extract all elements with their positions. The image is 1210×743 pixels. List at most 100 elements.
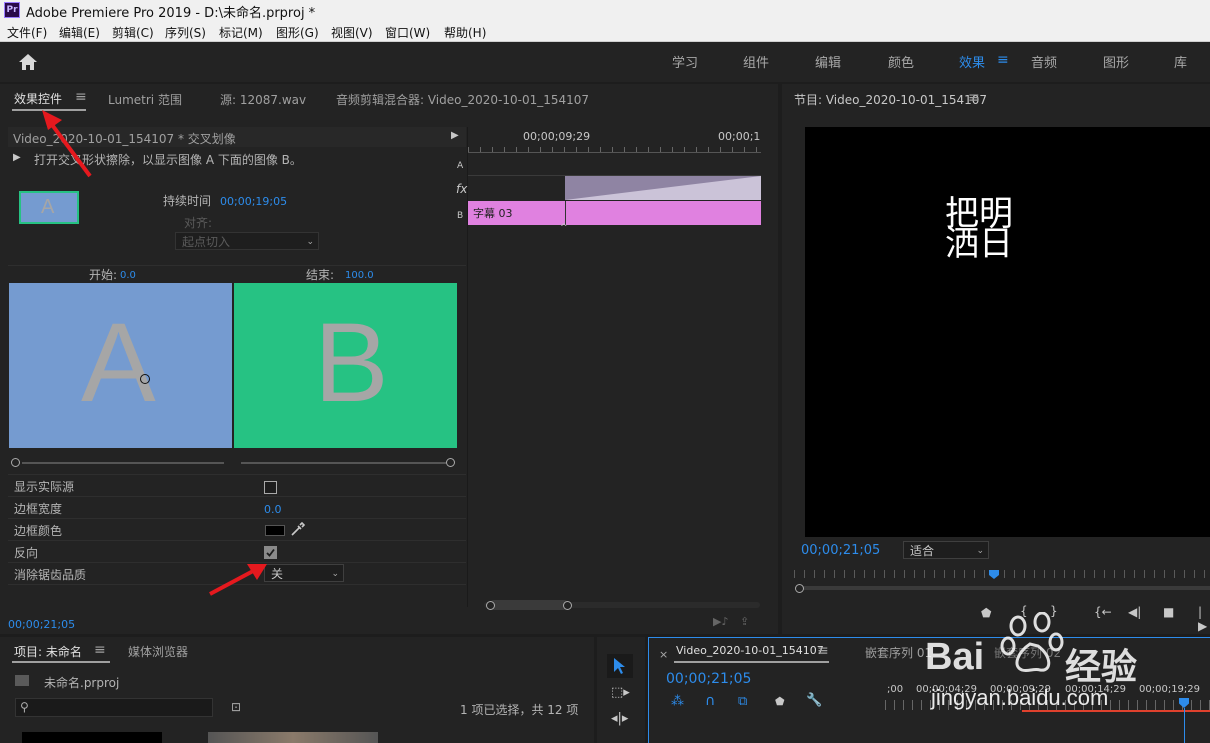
timeline-timecode[interactable]: 00;00;21;05 — [666, 671, 751, 687]
project-panel: 项目: 未命名 ≡ 媒体浏览器 未命名.prproj ⚲ ⊡ 1 项已选择，共 … — [0, 637, 594, 743]
antialias-dropdown[interactable]: 关 ⌄ — [264, 564, 344, 582]
start-label: 开始: — [89, 268, 118, 282]
divider — [8, 540, 466, 541]
project-search-input[interactable]: ⚲ — [15, 698, 213, 717]
ripple-edit-tool-icon[interactable]: ◂|▸ — [611, 711, 628, 726]
border-color-swatch[interactable] — [265, 525, 285, 536]
add-marker-icon[interactable]: ⬟ — [775, 695, 785, 708]
chevron-down-icon: ⌄ — [331, 569, 339, 579]
search-icon: ⚲ — [20, 700, 29, 714]
menu-file[interactable]: 文件(F) — [7, 24, 47, 41]
tab-lumetri-scopes[interactable]: Lumetri 范围 — [108, 91, 182, 108]
border-width-value[interactable]: 0.0 — [264, 503, 282, 516]
transition-clip-bar[interactable] — [565, 176, 761, 200]
linked-selection-icon[interactable]: ⧉ — [738, 694, 747, 709]
transition-thumbnail: A — [19, 191, 79, 224]
tab-media-browser[interactable]: 媒体浏览器 — [128, 643, 188, 660]
menu-edit[interactable]: 编辑(E) — [59, 24, 100, 41]
window-title: Adobe Premiere Pro 2019 - D:\未命名.prproj … — [26, 6, 316, 21]
fx-icon[interactable]: fx — [456, 182, 467, 196]
program-title[interactable]: 节目: Video_2020-10-01_154107 — [794, 91, 987, 108]
scroll-handle-right[interactable] — [563, 601, 572, 610]
tab-sequence[interactable]: Video_2020-10-01_154107 — [676, 644, 824, 657]
play-preview-icon[interactable]: ▶ — [13, 152, 21, 163]
tab-source[interactable]: 源: 12087.wav — [220, 91, 306, 108]
workspace-libraries[interactable]: 库 — [1174, 52, 1187, 71]
program-monitor-panel: 节目: Video_2020-10-01_154107 ≡ 把明 洒日 00;0… — [782, 84, 1210, 634]
workspace-audio[interactable]: 音频 — [1031, 52, 1057, 71]
workspace-graphics[interactable]: 图形 — [1103, 52, 1129, 71]
menu-view[interactable]: 视图(V) — [331, 24, 373, 41]
workspace-learn[interactable]: 学习 — [672, 52, 698, 71]
chevron-down-icon: ⌄ — [976, 546, 984, 556]
program-timecode[interactable]: 00;00;21;05 — [801, 543, 880, 558]
timeline-scrollbar-thumb[interactable] — [489, 600, 569, 610]
home-icon[interactable] — [18, 53, 38, 71]
snap-icon[interactable]: ⁂ — [671, 694, 684, 709]
end-value[interactable]: 100.0 — [345, 270, 374, 281]
wrench-icon[interactable]: 🔧 — [806, 693, 822, 708]
panel-menu-icon[interactable]: ≡ — [817, 643, 829, 659]
start-value[interactable]: 0.0 — [120, 270, 136, 281]
annotation-arrow-icon — [42, 110, 92, 178]
duration-value[interactable]: 00;00;19;05 — [220, 195, 287, 208]
panel-menu-icon[interactable]: ≡ — [968, 90, 980, 106]
reverse-label: 反向 — [14, 546, 39, 560]
align-dropdown[interactable]: 起点切入 ⌄ — [175, 232, 319, 250]
zoom-handle[interactable] — [795, 584, 804, 593]
caption-text: 把明 洒日 — [945, 197, 1013, 261]
track-select-tool-icon[interactable]: ⬚▸ — [611, 685, 630, 700]
program-video-frame[interactable]: 把明 洒日 — [805, 127, 1210, 537]
panel-menu-icon[interactable]: ≡ — [94, 642, 106, 658]
workspace-editing[interactable]: 编辑 — [815, 52, 841, 71]
workspace-assembly[interactable]: 组件 — [743, 52, 769, 71]
new-bin-icon[interactable]: ⊡ — [231, 700, 241, 714]
show-actual-checkbox[interactable] — [264, 481, 277, 494]
close-icon[interactable]: × — [659, 648, 668, 661]
tab-project[interactable]: 项目: 未命名 — [14, 643, 82, 660]
chevron-down-icon: ⌄ — [306, 237, 314, 247]
baidu-paw-icon — [1000, 612, 1064, 673]
audio-note-icon[interactable]: ▶♪ — [713, 615, 728, 628]
project-thumbnail[interactable] — [22, 732, 162, 743]
tab-nested-sequence-01[interactable]: 嵌套序列 01 — [865, 644, 932, 661]
tab-audio-clip-mixer[interactable]: 音频剪辑混合器: Video_2020-10-01_154107 — [336, 91, 589, 108]
start-slider-handle[interactable] — [11, 458, 20, 467]
eyedropper-icon[interactable] — [290, 522, 305, 537]
magnet-icon[interactable]: ∩ — [705, 693, 715, 709]
workspace-effects[interactable]: 效果 — [959, 52, 985, 71]
tab-effect-controls[interactable]: 效果控件 — [14, 90, 62, 107]
panel-menu-icon[interactable]: ≡ — [75, 89, 87, 105]
workspace-color[interactable]: 颜色 — [888, 52, 914, 71]
effect-controls-panel: 效果控件 ≡ Lumetri 范围 源: 12087.wav 音频剪辑混合器: … — [0, 84, 778, 634]
premiere-logo-icon: Pr — [4, 2, 20, 18]
baidu-brand-cn: 经验 — [1065, 647, 1138, 688]
menu-graphics[interactable]: 图形(G) — [276, 24, 319, 41]
menu-window[interactable]: 窗口(W) — [385, 24, 430, 41]
menu-marker[interactable]: 标记(M) — [219, 24, 263, 41]
baidu-watermark: Bai 经验 jingyan.baidu.com — [925, 612, 1210, 743]
align-label: 对齐: — [184, 216, 213, 230]
project-thumbnail[interactable] — [208, 732, 378, 743]
workspace-menu-icon[interactable]: ≡ — [997, 52, 1009, 68]
export-icon[interactable]: ⇪ — [740, 615, 749, 628]
title-clip-bar[interactable]: 字幕 03 — [468, 201, 761, 225]
menu-sequence[interactable]: 序列(S) — [165, 24, 206, 41]
menu-clip[interactable]: 剪辑(C) — [112, 24, 154, 41]
thumbnail-letter: A — [41, 196, 55, 218]
scroll-handle-left[interactable] — [486, 601, 495, 610]
selection-tool-icon[interactable] — [613, 657, 627, 675]
cursor-center-handle[interactable] — [140, 374, 150, 384]
playhead-caret-icon[interactable]: ^ — [560, 223, 568, 233]
divider — [8, 518, 466, 519]
end-slider-track[interactable] — [241, 462, 446, 464]
antialias-value: 关 — [271, 567, 284, 581]
reverse-checkbox[interactable] — [264, 546, 277, 559]
expand-right-icon[interactable]: ▶ — [451, 130, 459, 141]
effect-controls-timecode[interactable]: 00;00;21;05 — [8, 618, 75, 631]
start-slider-track[interactable] — [22, 462, 224, 464]
end-slider-handle[interactable] — [446, 458, 455, 467]
fit-dropdown[interactable]: 适合 ⌄ — [903, 541, 989, 559]
menu-help[interactable]: 帮助(H) — [444, 24, 486, 41]
program-zoom-bar[interactable] — [796, 586, 1210, 590]
